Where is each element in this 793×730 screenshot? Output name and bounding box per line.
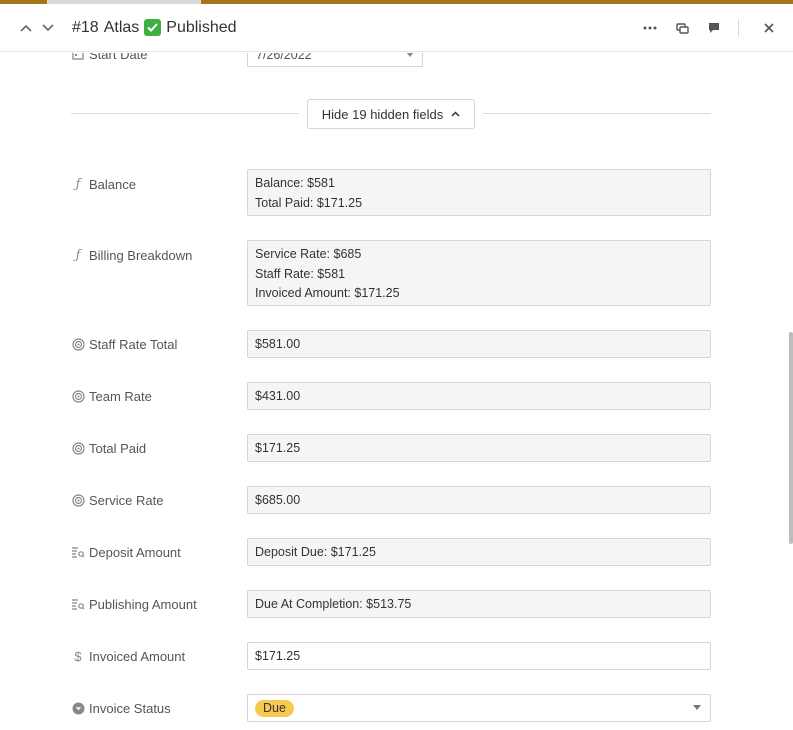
billing-breakdown-field: Service Rate: $685 Staff Rate: $581 Invo… [247, 240, 711, 306]
billing-line-2: Staff Rate: $581 [255, 266, 346, 281]
service-rate-label: Service Rate [71, 491, 163, 509]
billing-line-1: Service Rate: $685 [255, 247, 362, 261]
publishing-amount-field: Due At Completion: $513.75 [247, 590, 711, 618]
balance-label: ƒ Balance [71, 175, 136, 193]
rollup-icon [71, 441, 85, 455]
chevron-down-icon [406, 53, 414, 57]
chevron-up-icon [451, 111, 460, 117]
chevron-up-icon [20, 24, 32, 32]
total-paid-value: $171.25 [255, 441, 301, 455]
total-paid-label: Total Paid [71, 439, 146, 457]
service-rate-field: $685.00 [247, 486, 711, 514]
close-icon [764, 23, 774, 33]
team-rate-value: $431.00 [255, 389, 301, 403]
invoiced-amount-value: $171.25 [255, 649, 301, 663]
staff-rate-total-label: Staff Rate Total [71, 335, 177, 353]
header-actions [634, 4, 793, 52]
formula-icon: ƒ [75, 176, 81, 192]
record-title: #18 Atlas Published [72, 19, 237, 37]
rollup-icon [71, 337, 85, 351]
comment-icon [709, 23, 719, 33]
balance-field: Balance: $581 Total Paid: $171.25 [247, 169, 711, 216]
invoiced-amount-label-text: Invoiced Amount [89, 648, 186, 664]
divider-left [71, 113, 299, 114]
service-rate-label-text: Service Rate [89, 492, 164, 508]
publishing-amount-label-text: Publishing Amount [89, 596, 197, 612]
record-status: Published [166, 18, 237, 36]
start-date-value: 7/26/2022 [256, 53, 312, 62]
expand-icon [675, 22, 689, 34]
record-number: #18 [72, 18, 99, 36]
checkmark-icon [144, 19, 162, 36]
start-date-label: Start Date [71, 53, 148, 63]
staff-rate-total-label-text: Staff Rate Total [89, 336, 178, 352]
record-nav [16, 16, 58, 40]
deposit-amount-field: Deposit Due: $171.25 [247, 538, 711, 566]
hide-hidden-fields-button[interactable]: Hide 19 hidden fields [307, 99, 475, 129]
deposit-amount-label-text: Deposit Amount [89, 544, 181, 560]
invoice-status-label: Invoice Status [71, 699, 171, 717]
record-name: Atlas [103, 18, 140, 36]
single-select-icon [71, 701, 85, 715]
more-options-button[interactable] [634, 12, 666, 44]
team-rate-label: Team Rate [71, 387, 152, 405]
chevron-down-icon [42, 23, 54, 31]
start-date-label-text: Start Date [89, 53, 148, 62]
deposit-amount-label: Deposit Amount [71, 543, 181, 561]
status-badge: Due [255, 699, 294, 717]
scrollbar[interactable] [789, 332, 793, 544]
billing-line-3: Invoiced Amount: $171.25 [255, 286, 400, 300]
billing-breakdown-label: ƒ Billing Breakdown [71, 246, 193, 264]
start-date-field[interactable]: 7/26/2022 [247, 53, 423, 67]
currency-icon: $ [74, 648, 82, 664]
record-header: #18 Atlas Published [0, 4, 793, 52]
header-divider [738, 19, 739, 37]
service-rate-value: $685.00 [255, 493, 301, 507]
invoiced-amount-label: $ Invoiced Amount [71, 647, 185, 665]
comments-button[interactable] [698, 12, 730, 44]
invoiced-amount-field[interactable]: $171.25 [247, 642, 711, 670]
lookup-icon [71, 545, 85, 559]
billing-breakdown-label-text: Billing Breakdown [89, 247, 193, 263]
team-rate-label-text: Team Rate [89, 388, 152, 404]
invoice-status-field[interactable]: Due [247, 694, 711, 722]
staff-rate-total-field: $581.00 [247, 330, 711, 358]
hide-hidden-fields-label: Hide 19 hidden fields [321, 106, 444, 122]
previous-record-button[interactable] [16, 16, 36, 40]
team-rate-field: $431.00 [247, 382, 711, 410]
close-record-button[interactable] [753, 12, 785, 44]
publishing-amount-label: Publishing Amount [71, 595, 197, 613]
invoice-status-label-text: Invoice Status [89, 700, 171, 716]
formula-icon: ƒ [75, 247, 81, 263]
calendar-icon [71, 53, 85, 61]
chevron-down-icon [693, 705, 701, 710]
deposit-amount-value: Deposit Due: $171.25 [255, 545, 376, 559]
balance-line-1: Balance: $581 [255, 176, 335, 190]
staff-rate-total-value: $581.00 [255, 337, 301, 351]
next-record-button[interactable] [38, 16, 58, 40]
rollup-icon [71, 493, 85, 507]
balance-label-text: Balance [89, 176, 136, 192]
lookup-icon [71, 597, 85, 611]
total-paid-field: $171.25 [247, 434, 711, 462]
expand-record-button[interactable] [666, 12, 698, 44]
balance-line-2: Total Paid: $171.25 [255, 195, 363, 210]
record-fields: Start Date 7/26/2022 Hide 19 hidden fiel… [0, 53, 793, 730]
total-paid-label-text: Total Paid [89, 440, 147, 456]
rollup-icon [71, 389, 85, 403]
divider-right [483, 113, 711, 114]
publishing-amount-value: Due At Completion: $513.75 [255, 597, 412, 611]
more-icon [643, 26, 657, 30]
